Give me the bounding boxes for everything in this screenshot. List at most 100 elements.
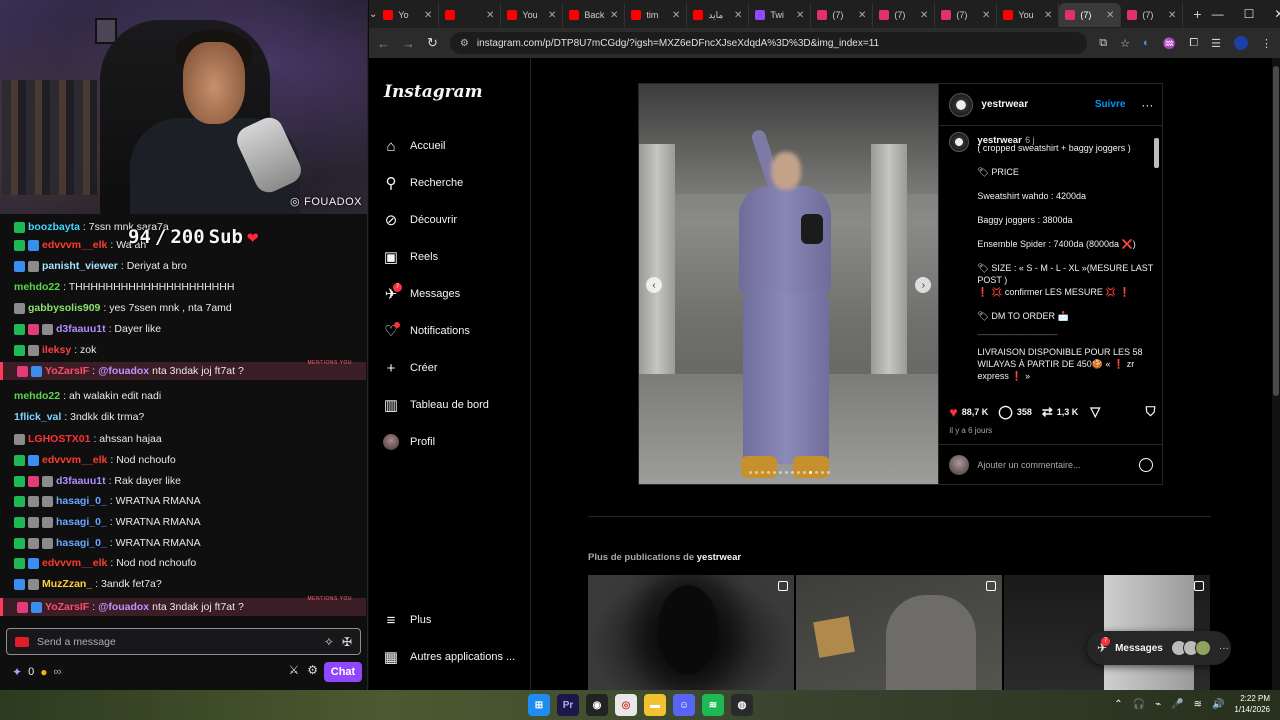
obs-icon[interactable]: ◉ [586, 694, 608, 716]
app-icon[interactable]: ◍ [731, 694, 753, 716]
nav-item-notifications[interactable]: ♡ Notifications [383, 319, 470, 343]
chat-username[interactable]: YoZarsIF [45, 365, 89, 377]
settings-icon[interactable]: ⚙ [307, 663, 318, 677]
comment-icon[interactable]: ◯ [998, 404, 1013, 420]
more-post-thumbnail[interactable] [796, 575, 1002, 690]
chat-username[interactable]: d3faauu1t [56, 475, 106, 487]
spotify-icon[interactable]: ≋ [702, 694, 724, 716]
chat-username[interactable]: YoZarsIF [45, 601, 89, 613]
audio-icon[interactable]: ♒ [1163, 37, 1177, 50]
reload-icon[interactable]: ↻ [427, 35, 438, 51]
bookmark-star-icon[interactable]: ☆ [1120, 37, 1130, 50]
tab-close-icon[interactable]: ✕ [1044, 10, 1052, 21]
discord-icon[interactable]: ☺ [673, 694, 695, 716]
chat-username[interactable]: panisht_viewer [42, 260, 118, 272]
new-tab-button[interactable]: + [1183, 6, 1211, 22]
nav-item-messages[interactable]: ✈ 7 Messages [383, 282, 460, 306]
tab-close-icon[interactable]: ✕ [672, 10, 680, 21]
browser-tab[interactable]: (7) ✕ [811, 3, 874, 27]
kebab-menu-icon[interactable]: ⋮ [1261, 37, 1272, 50]
browser-tab[interactable]: Back ✕ [563, 3, 626, 27]
magic-icon[interactable]: ✧ [324, 635, 334, 649]
url-field[interactable]: ⚙ instagram.com/p/DTP8U7mCGdg/?igsh=MXZ6… [449, 32, 1088, 54]
nav-item-recherche[interactable]: ⚲ Recherche [383, 171, 464, 195]
profile-avatar[interactable] [1234, 36, 1248, 50]
tab-close-icon[interactable]: ✕ [1168, 10, 1176, 21]
tab-search-icon[interactable]: ⌄ [369, 9, 377, 20]
chat-username[interactable]: edvvvm__elk [42, 557, 107, 569]
chat-username[interactable]: 1flick_val [14, 411, 61, 423]
browser-tab[interactable]: You ✕ [501, 3, 564, 27]
chat-mention[interactable]: @fouadox [98, 601, 149, 613]
chat-username[interactable]: hasagi_0_ [56, 537, 107, 549]
mod-icon[interactable]: ⚔ [288, 663, 299, 677]
caption-scrollbar[interactable] [1154, 128, 1159, 390]
start-icon[interactable]: ⊞ [528, 694, 550, 716]
chevron-up-icon[interactable]: ⌃ [1114, 699, 1122, 710]
chat-username[interactable]: hasagi_0_ [56, 495, 107, 507]
tab-close-icon[interactable]: ✕ [424, 10, 432, 21]
tab-close-icon[interactable]: ✕ [734, 10, 742, 21]
chat-username[interactable]: hasagi_0_ [56, 516, 107, 528]
chat-username[interactable]: edvvvm__elk [42, 454, 107, 466]
chat-input[interactable]: Send a message ✧ ✠ [6, 628, 361, 655]
save-bookmark-icon[interactable]: ⛉ [1146, 404, 1156, 420]
chat-username[interactable]: ileksy [42, 344, 71, 356]
chat-mention[interactable]: @fouadox [98, 365, 149, 377]
nav-item-reels[interactable]: ▣ Reels [383, 245, 438, 269]
more-posts-user[interactable]: yestrwear [697, 552, 741, 563]
tab-close-icon[interactable]: ✕ [548, 10, 556, 21]
network-icon[interactable]: ⌁ [1155, 699, 1161, 710]
chat-username[interactable]: mehdo22 [14, 390, 60, 402]
tab-close-icon[interactable]: ✕ [796, 10, 804, 21]
nav-item-other-apps[interactable]: ▦ Autres applications ... [383, 645, 515, 669]
headset-icon[interactable]: 🎧 [1133, 699, 1145, 710]
more-options-icon[interactable]: ··· [1141, 98, 1153, 112]
carousel-next-button[interactable]: › [915, 277, 932, 293]
nav-item-profil[interactable]: Profil [383, 430, 435, 454]
puzzle-icon[interactable]: ⧠ [1189, 37, 1198, 50]
emoji-icon[interactable] [1139, 457, 1154, 472]
messages-pill[interactable]: ✈ 7 Messages ··· [1087, 631, 1231, 665]
extension-icon[interactable]: ◐ [1143, 37, 1150, 49]
nav-item-accueil[interactable]: ⌂ Accueil [383, 134, 445, 158]
carousel-prev-button[interactable]: ‹ [646, 277, 662, 293]
tab-close-icon[interactable]: ✕ [1106, 10, 1114, 21]
tab-close-icon[interactable]: ✕ [610, 10, 618, 21]
tab-close-icon[interactable]: ✕ [982, 10, 990, 21]
browser-tab[interactable]: You ✕ [997, 3, 1060, 27]
close-icon[interactable]: ✕ [1274, 7, 1280, 21]
browser-tab[interactable]: tim ✕ [625, 3, 688, 27]
browser-tab[interactable]: (7) ✕ [873, 3, 936, 27]
chat-username[interactable]: gabbysolis909 [28, 302, 100, 314]
comment-input[interactable]: Ajouter un commentaire... [977, 460, 1131, 470]
share-icon[interactable]: ▽ [1090, 404, 1100, 420]
emote-icon[interactable]: ✠ [342, 635, 352, 649]
chat-username[interactable]: mehdo22 [14, 281, 60, 293]
nav-item-cr-er[interactable]: + Créer [383, 356, 438, 380]
like-heart-icon[interactable]: ♥ [949, 404, 957, 420]
browser-tab[interactable]: Twi ✕ [749, 3, 812, 27]
folder-icon[interactable]: ▬ [644, 694, 666, 716]
instagram-logo[interactable]: Instagram [384, 82, 483, 102]
post-image[interactable]: ‹ › [639, 84, 939, 484]
tab-close-icon[interactable]: ✕ [920, 10, 928, 21]
maximize-icon[interactable]: ☐ [1244, 7, 1255, 21]
chat-username[interactable]: boozbayta [28, 221, 80, 233]
sidebar-icon[interactable]: ☰ [1211, 37, 1221, 50]
back-icon[interactable]: ← [377, 36, 390, 51]
tab-close-icon[interactable]: ✕ [858, 10, 866, 21]
volume-icon[interactable]: 🔊 [1212, 699, 1224, 710]
points-icon[interactable]: ✦ [12, 665, 22, 679]
chrome-icon[interactable]: ◎ [615, 694, 637, 716]
tab-close-icon[interactable]: ✕ [486, 10, 494, 21]
browser-tab[interactable]: (7) ✕ [935, 3, 998, 27]
browser-tab[interactable]: مايد ✕ [687, 3, 750, 27]
chat-username[interactable]: LGHOSTX01 [28, 433, 90, 445]
browser-tab[interactable]: (7) ✕ [1059, 3, 1122, 27]
premiere-icon[interactable]: Pr [557, 694, 579, 716]
caption-avatar[interactable] [949, 132, 970, 152]
browser-tab[interactable]: Yo ✕ [377, 3, 440, 27]
nav-item-tableau-de-bord[interactable]: ▥ Tableau de bord [383, 393, 489, 417]
clock[interactable]: 2:22 PM 1/14/2026 [1234, 693, 1270, 715]
